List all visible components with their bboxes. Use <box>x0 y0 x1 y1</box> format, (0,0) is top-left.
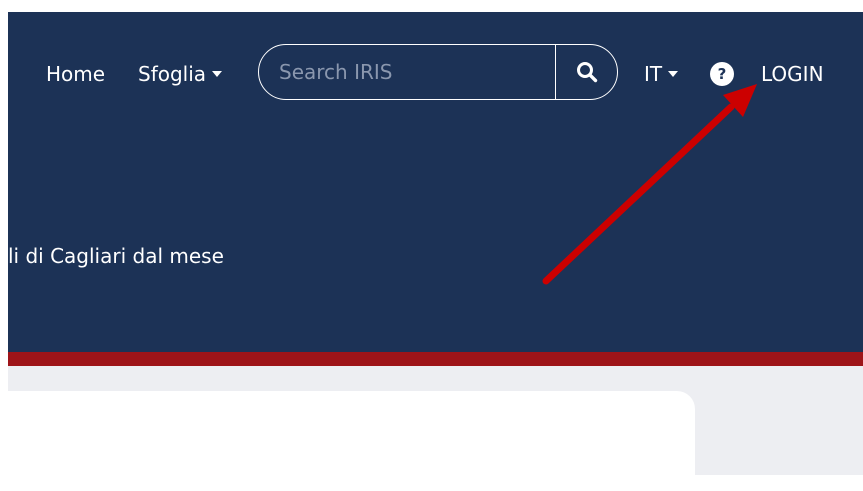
search-button[interactable] <box>555 45 617 99</box>
header-subtitle: li di Cagliari dal mese <box>8 244 224 268</box>
content-card <box>8 391 695 491</box>
search-icon <box>577 62 598 83</box>
chevron-down-icon <box>668 70 679 77</box>
nav-browse-label: Sfoglia <box>138 62 207 86</box>
search-box <box>258 44 618 100</box>
nav-home-link[interactable]: Home <box>46 62 105 86</box>
login-link[interactable]: LOGIN <box>761 62 824 86</box>
language-label: IT <box>644 62 663 86</box>
search-input[interactable] <box>259 45 555 99</box>
chevron-down-icon <box>212 70 223 77</box>
language-dropdown[interactable]: IT <box>644 62 679 86</box>
help-icon[interactable]: ? <box>710 62 734 86</box>
accent-bar <box>8 352 863 366</box>
nav-browse-dropdown[interactable]: Sfoglia <box>138 62 223 86</box>
